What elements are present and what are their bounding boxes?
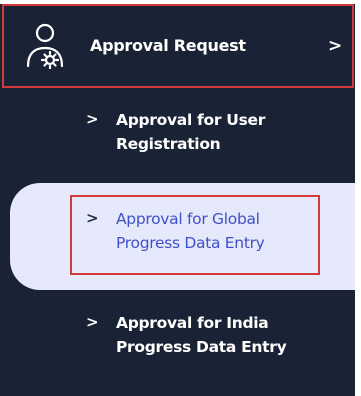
sidebar-item-label: Approval for Global Progress Data Entry	[116, 207, 265, 255]
chevron-right-icon: >	[328, 36, 343, 56]
sidebar-item-label-line1: Approval for Global	[116, 210, 260, 228]
sidebar-item-label-line2: Progress Data Entry	[116, 234, 265, 252]
right-edge	[355, 0, 361, 396]
sidebar-item-label: Approval for User Registration	[116, 108, 265, 156]
sidebar-item-label-line2: Progress Data Entry	[116, 338, 287, 356]
sidebar-item-approval-user-registration[interactable]: > Approval for User Registration	[0, 108, 355, 168]
sidebar-item-label-line2: Registration	[116, 135, 221, 153]
sidebar-item-label: Approval for India Progress Data Entry	[116, 311, 287, 359]
sidebar-item-approval-global-progress[interactable]: > Approval for Global Progress Data Entr…	[0, 207, 355, 267]
sidebar-item-label-line1: Approval for User	[116, 111, 266, 129]
sidebar-item-approval-request[interactable]: Approval Request >	[2, 4, 354, 88]
user-gear-icon	[24, 22, 66, 70]
chevron-right-icon: >	[86, 110, 99, 128]
sidebar: Approval Request > > Approval for User R…	[0, 0, 361, 396]
sidebar-item-approval-india-progress[interactable]: > Approval for India Progress Data Entry	[0, 311, 355, 371]
sidebar-item-label-line1: Approval for India	[116, 314, 269, 332]
chevron-right-icon: >	[86, 313, 99, 331]
top-edge	[0, 0, 361, 4]
chevron-right-icon: >	[86, 209, 99, 227]
sidebar-item-label: Approval Request	[90, 36, 246, 55]
